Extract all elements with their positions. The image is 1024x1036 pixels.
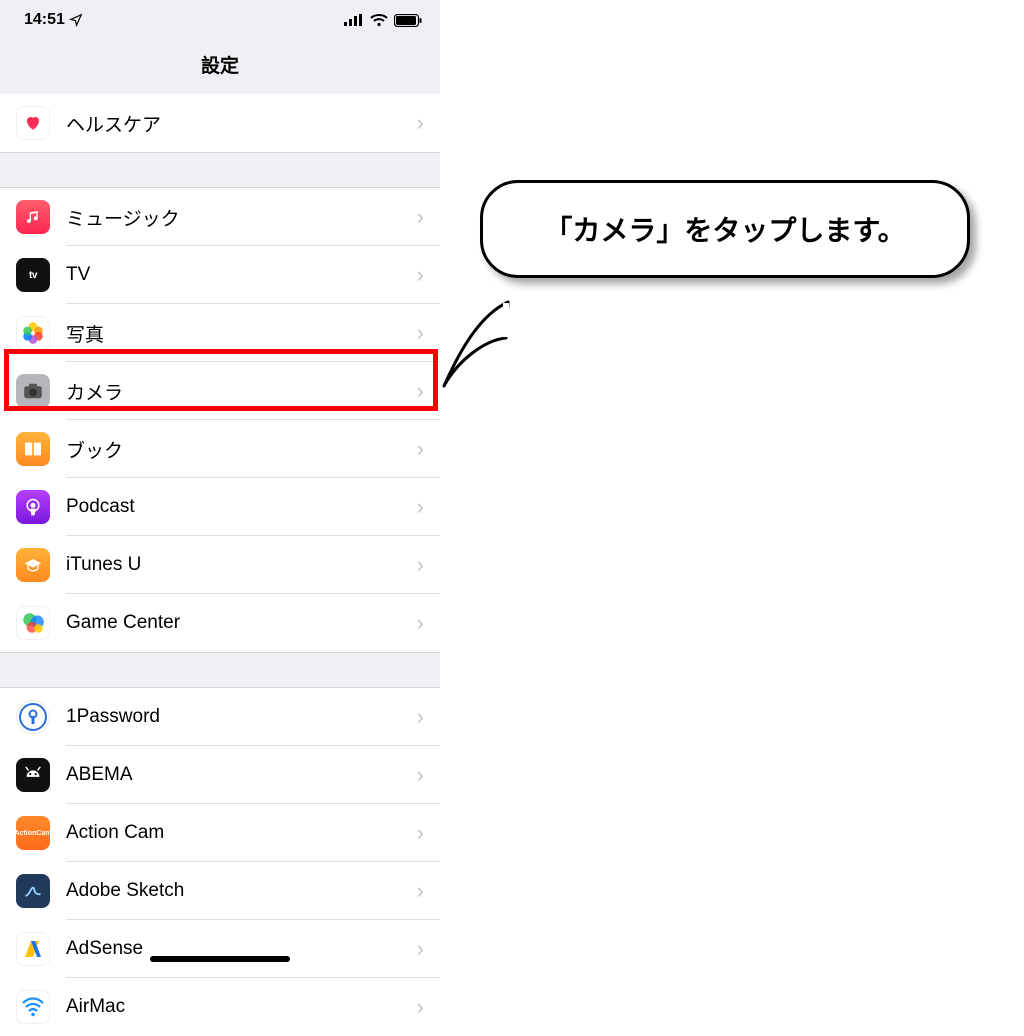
location-icon (69, 13, 83, 27)
row-label: Podcast (66, 496, 417, 518)
chevron-right-icon: › (417, 204, 440, 230)
row-label: iTunes U (66, 554, 417, 576)
settings-row-health[interactable]: ヘルスケア › (0, 94, 440, 152)
row-label: Adobe Sketch (66, 880, 417, 902)
row-label: AirMac (66, 996, 417, 1018)
chevron-right-icon: › (417, 552, 440, 578)
page-title: 設定 (0, 40, 440, 94)
settings-row-airmac[interactable]: AirMac › (0, 978, 440, 1036)
settings-row-adobesketch[interactable]: Adobe Sketch › (0, 862, 440, 920)
row-label: ABEMA (66, 764, 417, 786)
settings-row-1password[interactable]: 1Password › (0, 688, 440, 746)
chevron-right-icon: › (417, 994, 440, 1020)
settings-row-abema[interactable]: ABEMA › (0, 746, 440, 804)
camera-icon (16, 374, 50, 408)
airmac-icon (16, 990, 50, 1024)
settings-row-music[interactable]: ミュージック › (0, 188, 440, 246)
gamecenter-icon (16, 606, 50, 640)
chevron-right-icon: › (417, 762, 440, 788)
row-label: TV (66, 264, 417, 286)
row-label: 1Password (66, 706, 417, 728)
settings-row-itunesu[interactable]: iTunes U › (0, 536, 440, 594)
chevron-right-icon: › (417, 820, 440, 846)
adsense-icon (16, 932, 50, 966)
signal-icon (344, 14, 364, 26)
callout-text: 「カメラ」をタップします。 (544, 215, 905, 246)
settings-row-camera[interactable]: カメラ › (0, 362, 440, 420)
settings-row-gamecenter[interactable]: Game Center › (0, 594, 440, 652)
health-icon (16, 106, 50, 140)
row-label: ミュージック (66, 204, 417, 231)
chevron-right-icon: › (417, 494, 440, 520)
itunesu-icon (16, 548, 50, 582)
row-label: 写真 (66, 320, 417, 347)
settings-row-tv[interactable]: tv TV › (0, 246, 440, 304)
chevron-right-icon: › (417, 610, 440, 636)
chevron-right-icon: › (417, 436, 440, 462)
chevron-right-icon: › (417, 704, 440, 730)
settings-row-photos[interactable]: 写真 › (0, 304, 440, 362)
settings-row-podcast[interactable]: Podcast › (0, 478, 440, 536)
status-bar: 14:51 (0, 0, 440, 40)
settings-row-actioncam[interactable]: ActionCam Action Cam › (0, 804, 440, 862)
instruction-callout: 「カメラ」をタップします。 (480, 180, 970, 278)
battery-icon (394, 14, 422, 27)
photos-icon (16, 316, 50, 350)
row-label: Action Cam (66, 822, 417, 844)
chevron-right-icon: › (417, 110, 440, 136)
chevron-right-icon: › (417, 378, 440, 404)
row-label: ブック (66, 436, 417, 463)
1password-icon (16, 700, 50, 734)
wifi-icon (370, 14, 388, 27)
settings-row-adsense[interactable]: AdSense › (0, 920, 440, 978)
chevron-right-icon: › (417, 936, 440, 962)
settings-group-2: ミュージック › tv TV › 写真 › (0, 188, 440, 652)
adobesketch-icon (16, 874, 50, 908)
home-indicator (150, 956, 290, 962)
actioncam-icon: ActionCam (16, 816, 50, 850)
chevron-right-icon: › (417, 320, 440, 346)
books-icon (16, 432, 50, 466)
status-time: 14:51 (24, 11, 65, 29)
abema-icon (16, 758, 50, 792)
callout-bubble: 「カメラ」をタップします。 (480, 180, 970, 278)
podcast-icon (16, 490, 50, 524)
settings-row-books[interactable]: ブック › (0, 420, 440, 478)
tv-icon: tv (16, 258, 50, 292)
row-label: カメラ (66, 378, 417, 405)
chevron-right-icon: › (417, 262, 440, 288)
settings-group-3: 1Password › ABEMA › ActionCam Action Cam… (0, 688, 440, 1036)
settings-group-1: ヘルスケア › (0, 94, 440, 152)
music-icon (16, 200, 50, 234)
group-separator (0, 652, 440, 688)
phone-frame: 14:51 設定 (0, 0, 440, 968)
group-separator (0, 152, 440, 188)
row-label: Game Center (66, 612, 417, 634)
chevron-right-icon: › (417, 878, 440, 904)
row-label: ヘルスケア (66, 110, 417, 137)
